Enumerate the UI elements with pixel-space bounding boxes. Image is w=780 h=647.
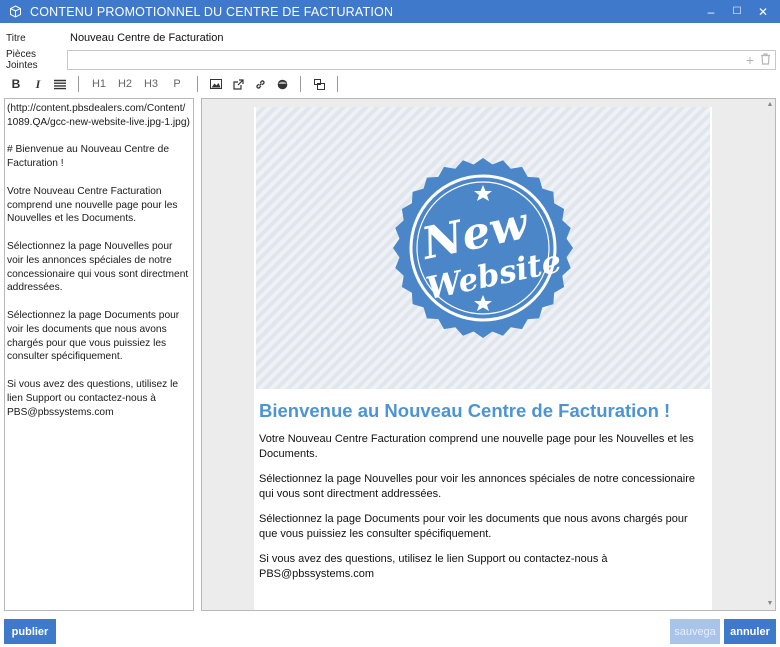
paragraph-button[interactable]: P — [165, 74, 189, 94]
italic-button[interactable]: I — [28, 74, 48, 94]
attachments-input[interactable]: + — [67, 50, 776, 70]
layout-icon[interactable] — [309, 74, 329, 94]
editor-line: (http://content.pbsdealers.com/Content/1… — [7, 103, 190, 128]
editor-line: Sélectionnez la page Nouvelles pour voir… — [7, 240, 189, 294]
external-link-icon[interactable] — [228, 74, 248, 94]
h1-button[interactable]: H1 — [87, 74, 111, 94]
preview-pane[interactable]: ▲ ▼ New Website Bienvenue au Nouveau Cen… — [201, 98, 776, 611]
list-icon[interactable] — [50, 74, 70, 94]
toolbar-divider — [337, 76, 338, 92]
toolbar-divider — [78, 76, 79, 92]
editor-line: Si vous avez des questions, utilisez le … — [7, 378, 179, 418]
title-label: Titre — [6, 32, 26, 44]
h3-button[interactable]: H3 — [139, 74, 163, 94]
minimize-button[interactable]: – — [698, 0, 724, 23]
bold-button[interactable]: B — [6, 74, 26, 94]
circle-icon[interactable] — [272, 74, 292, 94]
title-input[interactable]: Nouveau Centre de Facturation — [70, 32, 223, 44]
editor-line: Sélectionnez la page Documents pour voir… — [7, 309, 180, 363]
preview-document: New Website Bienvenue au Nouveau Centre … — [254, 107, 712, 610]
toolbar-divider — [300, 76, 301, 92]
preview-heading: Bienvenue au Nouveau Centre de Facturati… — [259, 400, 671, 421]
scroll-down-icon[interactable]: ▼ — [766, 600, 774, 608]
window-titlebar: CONTENU PROMOTIONNEL DU CENTRE DE FACTUR… — [0, 0, 780, 23]
preview-paragraph: Si vous avez des questions, utilisez le … — [259, 553, 608, 580]
editor-line: Votre Nouveau Centre Facturation compren… — [7, 185, 178, 225]
image-icon[interactable] — [206, 74, 226, 94]
toolbar-divider — [197, 76, 198, 92]
markdown-editor[interactable]: (http://content.pbsdealers.com/Content/1… — [4, 98, 194, 611]
formatting-toolbar: B I H1 H2 H3 P — [0, 73, 780, 95]
h2-button[interactable]: H2 — [113, 74, 137, 94]
scroll-up-icon[interactable]: ▲ — [766, 101, 774, 109]
delete-icon[interactable] — [760, 52, 771, 68]
window-title: CONTENU PROMOTIONNEL DU CENTRE DE FACTUR… — [30, 4, 394, 19]
close-button[interactable]: ✕ — [750, 0, 776, 23]
preview-paragraph: Sélectionnez la page Nouvelles pour voir… — [259, 473, 695, 500]
preview-paragraph: Sélectionnez la page Documents pour voir… — [259, 513, 688, 540]
save-button[interactable]: sauvega — [670, 619, 720, 644]
attachments-label: Pièces Jointes — [6, 49, 38, 71]
title-row: Titre Nouveau Centre de Facturation — [0, 27, 780, 49]
badge-icon: New Website — [393, 158, 573, 338]
link-icon[interactable] — [250, 74, 270, 94]
preview-paragraph: Votre Nouveau Centre Facturation compren… — [259, 433, 694, 460]
cancel-button[interactable]: annuler — [724, 619, 776, 644]
cube-icon — [8, 5, 22, 19]
add-icon[interactable]: + — [746, 52, 754, 68]
maximize-button[interactable]: ☐ — [724, 0, 750, 23]
publish-button[interactable]: publier — [4, 619, 56, 644]
hero-image: New Website — [256, 107, 710, 389]
editor-line: # Bienvenue au Nouveau Centre de Factura… — [7, 144, 169, 170]
